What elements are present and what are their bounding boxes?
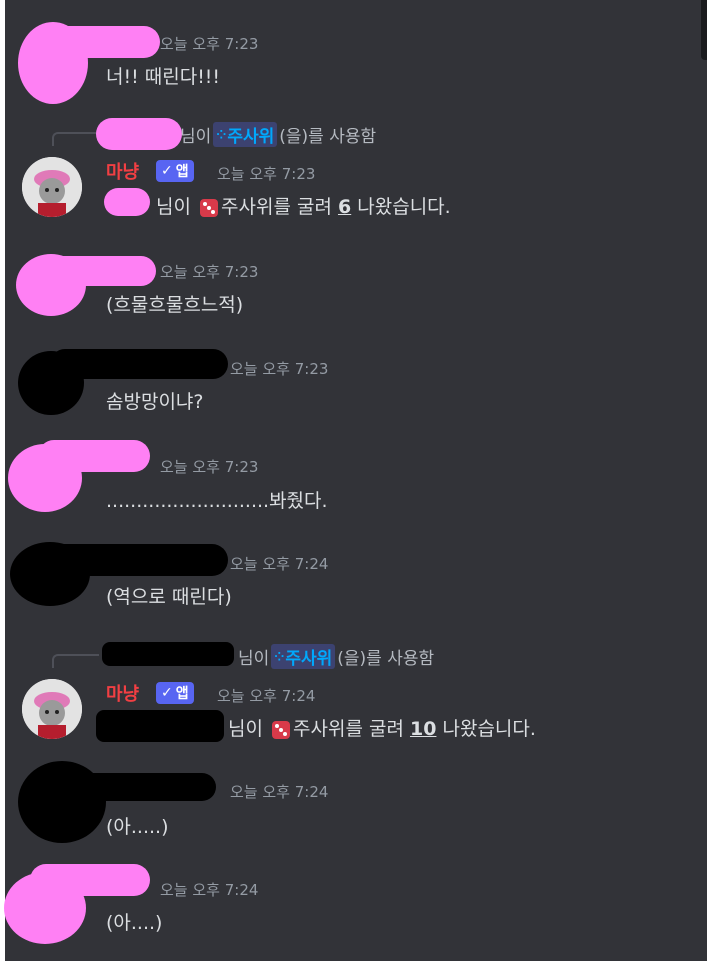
message-text[interactable]: 너!! 때린다!!! [106, 62, 220, 89]
timestamp: 오늘 오후 7:23 [230, 360, 329, 378]
command-line: 님이 ⁘ 주사위 (을)를 사용함 [180, 122, 376, 147]
message-text[interactable]: 솜방망이냐? [106, 387, 204, 414]
bot-avatar[interactable] [22, 157, 82, 217]
command-user-suffix: 님이 [238, 649, 270, 669]
check-icon: ✓ [161, 685, 173, 701]
result-pre: 님이 [156, 196, 191, 218]
app-badge: ✓ 앱 [156, 160, 194, 182]
message-3: 오늘 오후 7:23 (흐물흐물흐느적) [0, 250, 700, 345]
message-text[interactable]: (아.....) [106, 812, 169, 839]
message-9: 오늘 오후 7:24 (아....) [0, 862, 700, 961]
bot-name[interactable]: 마냥 [106, 158, 139, 184]
app-badge-label: 앱 [175, 164, 189, 180]
message-1: 오늘 오후 7:23 너!! 때린다!!! [0, 0, 700, 110]
timestamp: 오늘 오후 7:24 [230, 555, 329, 573]
bot-avatar[interactable] [22, 679, 82, 739]
reply-connector [52, 132, 99, 146]
cat-avatar-icon [22, 679, 82, 739]
check-icon: ✓ [161, 163, 173, 179]
result-mid: 주사위를 굴려 [221, 196, 332, 218]
command-chip[interactable]: ⁘ 주사위 [213, 122, 278, 147]
username-mask [40, 256, 156, 286]
dice-result[interactable]: 님이 주사위를 굴려 6 나왔습니다. [156, 192, 451, 220]
reply-connector [52, 654, 99, 668]
timestamp: 오늘 오후 7:24 [217, 687, 316, 705]
message-6: 오늘 오후 7:24 (역으로 때린다) [0, 540, 700, 640]
command-name: 주사위 [227, 127, 275, 147]
username-mask [102, 642, 234, 666]
timestamp: 오늘 오후 7:23 [160, 458, 259, 476]
app-badge-label: 앱 [175, 686, 189, 702]
command-name: 주사위 [285, 649, 333, 669]
username-mask [38, 440, 150, 472]
result-pre: 님이 [228, 718, 263, 740]
command-line: 님이 ⁘ 주사위 (을)를 사용함 [238, 644, 434, 669]
cat-avatar-icon [22, 157, 82, 217]
username-mask [44, 544, 228, 576]
message-text[interactable]: (아....) [106, 908, 162, 935]
command-chip[interactable]: ⁘ 주사위 [271, 644, 336, 669]
message-4: 오늘 오후 7:23 솜방망이냐? [0, 345, 700, 440]
timestamp: 오늘 오후 7:23 [160, 35, 259, 53]
timestamp: 오늘 오후 7:24 [160, 881, 259, 899]
username-mask [50, 773, 216, 801]
dice-result[interactable]: 님이 주사위를 굴려 10 나왔습니다. [228, 714, 536, 742]
message-text[interactable]: ...........................봐줬다. [106, 486, 328, 513]
command-tail: (을)를 사용함 [337, 649, 435, 669]
command-user-suffix: 님이 [180, 127, 212, 147]
command-icon: ⁘ [216, 127, 226, 142]
message-text[interactable]: (역으로 때린다) [106, 582, 232, 609]
result-number: 10 [409, 718, 437, 740]
timestamp: 오늘 오후 7:23 [217, 165, 316, 183]
command-tail: (을)를 사용함 [279, 127, 377, 147]
result-post: 나왔습니다. [442, 718, 536, 740]
message-5: 오늘 오후 7:23 ...........................봐줬… [0, 440, 700, 540]
username-mask [50, 349, 228, 379]
username-mask [96, 118, 182, 150]
message-text[interactable]: (흐물흐물흐느적) [106, 290, 243, 317]
mention-mask [104, 188, 150, 216]
message-7-bot: 님이 ⁘ 주사위 (을)를 사용함 마냥 ✓ 앱 오늘 오후 7:24 님이 주… [0, 632, 700, 757]
timestamp: 오늘 오후 7:23 [160, 263, 259, 281]
command-icon: ⁘ [274, 649, 284, 664]
timestamp: 오늘 오후 7:24 [230, 783, 329, 801]
result-number: 6 [337, 196, 352, 218]
username-mask [40, 26, 160, 58]
username-mask [30, 864, 150, 896]
mention-mask [96, 710, 224, 742]
result-mid: 주사위를 굴려 [293, 718, 404, 740]
dice-icon [200, 198, 219, 217]
dice-icon [272, 720, 291, 739]
scrollbar-thumb[interactable] [701, 0, 707, 60]
app-badge: ✓ 앱 [156, 682, 194, 704]
bot-name[interactable]: 마냥 [106, 680, 139, 706]
message-8: 오늘 오후 7:24 (아.....) [0, 757, 700, 862]
message-2-bot: 님이 ⁘ 주사위 (을)를 사용함 마냥 ✓ 앱 오늘 오후 7:23 님이 주… [0, 110, 700, 250]
result-post: 나왔습니다. [357, 196, 451, 218]
